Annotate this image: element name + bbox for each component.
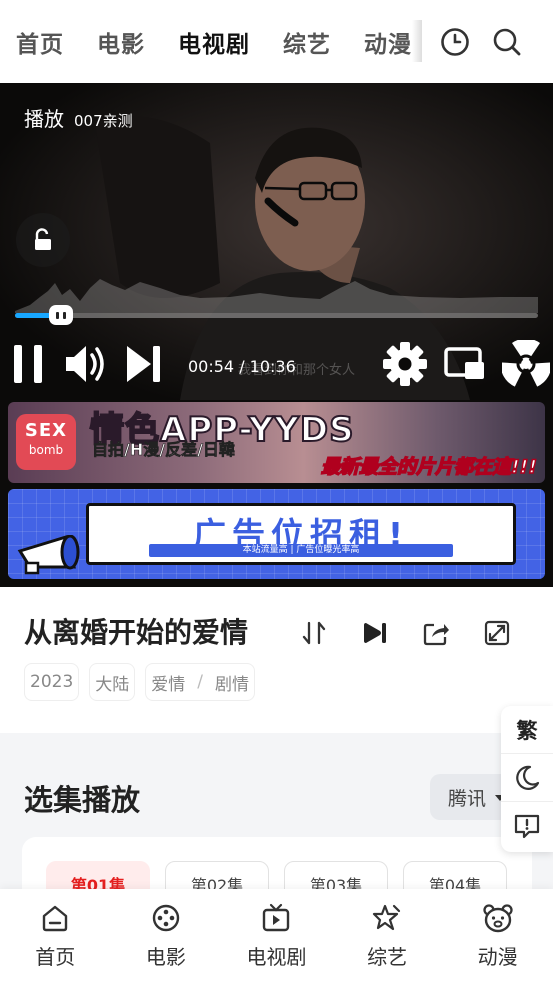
ad-banner-app[interactable]: SEX bomb 情色APP-YYDS 自拍/H漫/反差/日韓 最新最全的片片都… [8, 402, 545, 483]
scroll-fade [412, 20, 422, 62]
episode-section: 选集播放 腾讯 第01集 第02集 第03集 第04集 [0, 733, 553, 917]
progress-bar[interactable] [15, 305, 538, 325]
player-title: 播放 007亲测 [24, 103, 133, 132]
bottom-nav-label: 电影 [145, 945, 186, 969]
episode-heading: 选集播放 [24, 783, 141, 817]
ad-app-logo: SEX bomb [16, 414, 76, 470]
playback-time: 我看到你和那个女人 00:54 / 10:36 [188, 357, 355, 378]
sort-toggle-icon[interactable] [300, 619, 328, 651]
bottom-nav-movies[interactable]: 电影 [111, 889, 222, 983]
bottom-nav-label: 动漫 [477, 945, 518, 969]
megaphone-icon [16, 534, 98, 579]
ad-logo-subtext: bomb [28, 443, 64, 457]
show-title: 从离婚开始的爱情 [24, 616, 249, 649]
bottom-nav-label: 电视剧 [246, 945, 307, 969]
feedback-icon [514, 814, 540, 839]
ad-banner-rent[interactable]: 广告位招租! 本站流量高 | 广告位曝光率高 [8, 489, 545, 579]
share-icon[interactable] [422, 619, 450, 651]
tag-genre-1: 爱情 [151, 674, 186, 695]
ad-subline: 自拍/H漫/反差/日韓 [92, 440, 236, 460]
tab-variety[interactable]: 综艺 [283, 25, 331, 59]
player-source-name: 007亲测 [74, 112, 133, 130]
star-icon [372, 904, 401, 931]
show-tags: 2023 大陆 爱情 / 剧情 [24, 663, 255, 701]
bottom-nav-anime[interactable]: 动漫 [442, 889, 553, 983]
player-controls: 我看到你和那个女人 00:54 / 10:36 [10, 338, 552, 392]
tag-region[interactable]: 大陆 [89, 663, 136, 701]
category-tabs: 首页 电影 电视剧 综艺 动漫 [0, 0, 422, 83]
settings-gear-icon[interactable] [382, 341, 428, 391]
ad-rent-card: 广告位招租! 本站流量高 | 广告位曝光率高 [86, 503, 516, 565]
moon-icon [516, 765, 540, 790]
tab-anime[interactable]: 动漫 [364, 25, 412, 59]
tag-year[interactable]: 2023 [24, 663, 80, 701]
unlock-icon [35, 228, 51, 250]
progress-handle[interactable] [49, 305, 74, 325]
bottom-nav-label: 首页 [35, 945, 76, 969]
tag-genre-2: 剧情 [215, 674, 249, 695]
tag-genres[interactable]: 爱情 / 剧情 [145, 663, 255, 701]
screen-lock-button[interactable] [16, 213, 70, 267]
film-reel-icon [152, 904, 180, 932]
bottom-nav: 首页 电影 电视剧 综艺 动漫 [0, 889, 553, 983]
search-icon[interactable] [492, 27, 522, 57]
ad-slogan: 最新最全的片片都在這!!! [320, 455, 538, 479]
bottom-nav-label: 综艺 [367, 945, 408, 969]
tab-home[interactable]: 首页 [16, 25, 64, 59]
next-episode-button-icon[interactable] [361, 619, 389, 651]
history-icon[interactable] [440, 27, 470, 57]
top-nav: 首页 电影 电视剧 综艺 动漫 [0, 0, 553, 83]
bottom-nav-home[interactable]: 首页 [0, 889, 111, 983]
tag-separator: / [197, 672, 203, 692]
source-label: 腾讯 [448, 787, 487, 810]
faint-caption: 我看到你和那个女人 [238, 362, 356, 378]
traditional-chinese-toggle[interactable]: 繁 [501, 706, 553, 754]
bottom-nav-variety[interactable]: 综艺 [332, 889, 443, 983]
page: 首页 电影 电视剧 综艺 动漫 播放 007亲测 我看到你和那个女人 00:54… [0, 0, 553, 983]
volume-icon[interactable] [64, 343, 108, 389]
next-episode-icon[interactable] [124, 343, 164, 389]
pause-icon[interactable] [10, 343, 46, 389]
home-icon [43, 905, 68, 932]
bottom-nav-tv-series[interactable]: 电视剧 [221, 889, 332, 983]
player-title-prefix: 播放 [24, 107, 64, 131]
radiation-icon[interactable] [500, 338, 552, 392]
dark-mode-toggle[interactable] [501, 754, 553, 802]
video-player[interactable]: 播放 007亲测 我看到你和那个女人 00:54 / 10:36 [0, 83, 553, 400]
tv-icon [263, 903, 290, 932]
bear-icon [483, 904, 513, 933]
picture-in-picture-icon[interactable] [443, 344, 487, 388]
side-toolbar: 繁 [501, 706, 553, 852]
tab-tv-series[interactable]: 电视剧 [178, 25, 250, 63]
ad-logo-text: SEX [24, 420, 68, 441]
ad-rent-subline: 本站流量高 | 广告位曝光率高 [149, 544, 453, 557]
feedback-button[interactable] [501, 802, 553, 850]
fullscreen-icon[interactable] [483, 619, 511, 651]
tab-movies[interactable]: 电影 [97, 25, 145, 59]
show-info: 从离婚开始的爱情 2023 大陆 爱情 / 剧情 [0, 587, 553, 733]
